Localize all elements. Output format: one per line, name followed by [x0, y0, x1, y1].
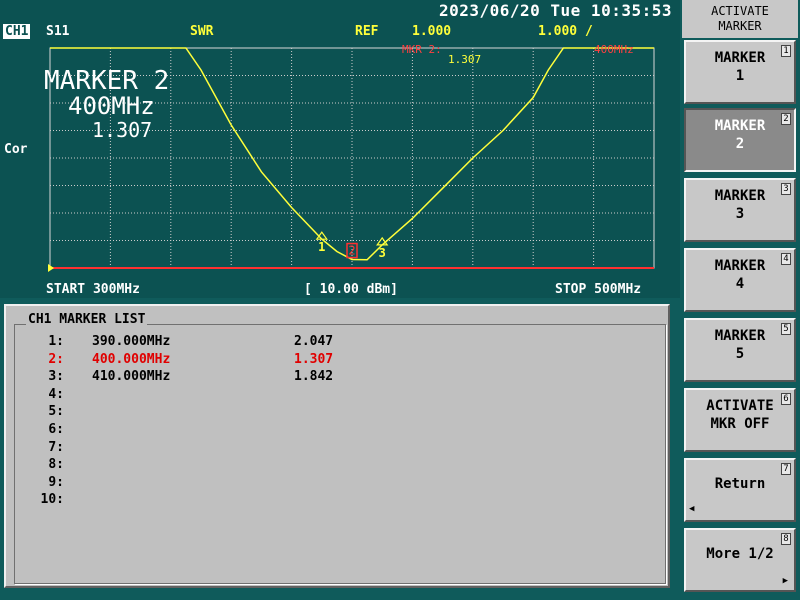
softkey-number: 7 — [781, 463, 791, 475]
softkey-number: 8 — [781, 533, 791, 545]
marker-number: 9: — [48, 474, 64, 490]
softkey-sublabel: 3 — [735, 206, 745, 222]
softkey-label: MARKER — [714, 258, 766, 274]
marker-number: 5: — [48, 404, 64, 420]
marker-number: 10: — [40, 492, 64, 508]
ref-value: 1.000 — [412, 24, 452, 39]
marker-list-title: CH1 MARKER LIST — [26, 312, 148, 327]
softkey-menu-title: ACTIVATE MARKER — [682, 0, 798, 38]
marker-list-row: 9: — [6, 475, 666, 492]
softkey-label: MARKER — [714, 188, 766, 204]
menu-title-line2: MARKER — [718, 19, 762, 33]
marker-list-row: 1: 390.000MHz 2.047 — [6, 334, 666, 351]
softkey-number: 5 — [781, 323, 791, 335]
marker-annotation-value: 1.307 — [448, 53, 482, 66]
marker-list-row: 4: — [6, 387, 666, 404]
softkey-number: 1 — [781, 45, 791, 57]
softkey-7[interactable]: Return 7 ◀ — [684, 458, 796, 522]
reference-marker-icon — [48, 264, 54, 272]
softkey-4[interactable]: MARKER 4 4 — [684, 248, 796, 312]
marker-value: 2.047 — [294, 334, 334, 349]
marker-readout-value: 1.307 — [92, 118, 153, 142]
marker-number: 8: — [48, 457, 64, 473]
softkey-3[interactable]: MARKER 3 3 — [684, 178, 796, 242]
scale-per-div: 1.000 / — [538, 24, 593, 39]
marker-label: 1 — [318, 240, 325, 254]
marker-annotation-freq: 400MHz — [594, 43, 634, 56]
marker-number: 7: — [48, 439, 64, 455]
marker-frequency: 410.000MHz — [92, 369, 171, 385]
active-marker-label: 2 — [348, 244, 355, 258]
marker-list-row: 10: — [6, 492, 666, 509]
softkey-label: More 1/2 — [706, 546, 774, 562]
marker-frequency: 400.000MHz — [92, 351, 171, 367]
softkey-label: Return — [714, 476, 766, 492]
marker-readout-freq: 400MHz — [68, 92, 155, 120]
softkey-1[interactable]: MARKER 1 1 — [684, 40, 796, 104]
marker-value: 1.307 — [294, 351, 334, 367]
softkey-label: MARKER — [714, 328, 766, 344]
right-arrow-icon: ▶ — [782, 576, 788, 586]
softkey-label: MARKER — [714, 118, 766, 134]
marker-list-row: 7: — [6, 440, 666, 457]
marker-value: 1.842 — [294, 369, 334, 385]
plot-gutter: Cor — [0, 42, 40, 282]
softkey-sublabel: 1 — [735, 68, 745, 84]
softkey-6[interactable]: ACTIVATE MKR OFF 6 — [684, 388, 796, 452]
marker-list-row: 5: — [6, 404, 666, 421]
marker-annotation-label: MKR 2: — [402, 43, 442, 56]
format-label: SWR — [190, 24, 214, 39]
stop-frequency: STOP 500MHz — [555, 282, 642, 297]
softkey-number: 6 — [781, 393, 791, 405]
power-level: [ 10.00 dBm] — [304, 282, 398, 297]
menu-title-line1: ACTIVATE — [711, 4, 769, 18]
channel-badge[interactable]: CH1 — [2, 23, 32, 40]
marker-number: 1: — [48, 334, 64, 349]
s-parameter: S11 — [46, 24, 70, 39]
softkey-sublabel: 4 — [735, 276, 745, 292]
sweep-footer: START 300MHz [ 10.00 dBm] STOP 500MHz — [0, 282, 680, 298]
trace-header: CH1 S11 SWR REF 1.000 1.000 / — [0, 22, 680, 42]
left-arrow-icon: ◀ — [689, 504, 695, 514]
ref-label: REF — [355, 24, 379, 39]
marker-number: 3: — [48, 369, 64, 385]
marker-label: 3 — [379, 246, 386, 260]
marker-list-row: 2: 400.000MHz 1.307 — [6, 352, 666, 369]
softkey-label: ACTIVATE — [706, 398, 774, 414]
softkey-5[interactable]: MARKER 5 5 — [684, 318, 796, 382]
marker-list-panel: 1: 390.000MHz 2.047 2: 400.000MHz 1.307 3: 410.… — [4, 304, 670, 588]
start-frequency: START 300MHz — [46, 282, 140, 297]
marker-frequency: 390.000MHz — [92, 334, 171, 349]
marker-list-row: 3: 410.000MHz 1.842 — [6, 369, 666, 386]
softkey-label: MARKER — [714, 50, 766, 66]
softkey-number: 3 — [781, 183, 791, 195]
correction-indicator: Cor — [4, 142, 28, 157]
marker-number: 4: — [48, 386, 64, 402]
softkey-number: 4 — [781, 253, 791, 265]
marker-list-row: 8: — [6, 457, 666, 474]
analyzer-screen: 2023/06/20 Tue 10:35:53 CH1 S11 SWR REF … — [0, 0, 800, 600]
softkey-8[interactable]: More 1/2 8 ▶ — [684, 528, 796, 592]
softkey-number: 2 — [781, 113, 791, 125]
softkey-sublabel: 5 — [735, 346, 745, 362]
status-bar: 2023/06/20 Tue 10:35:53 — [0, 0, 680, 22]
marker-number: 2: — [48, 351, 64, 367]
datetime: 2023/06/20 Tue 10:35:53 — [438, 1, 672, 20]
softkey-sublabel: 2 — [735, 136, 745, 152]
softkey-2[interactable]: MARKER 2 2 — [684, 108, 796, 172]
softkey-sublabel: MKR OFF — [710, 416, 770, 432]
marker-list-row: 6: — [6, 422, 666, 439]
marker-number: 6: — [48, 422, 64, 437]
